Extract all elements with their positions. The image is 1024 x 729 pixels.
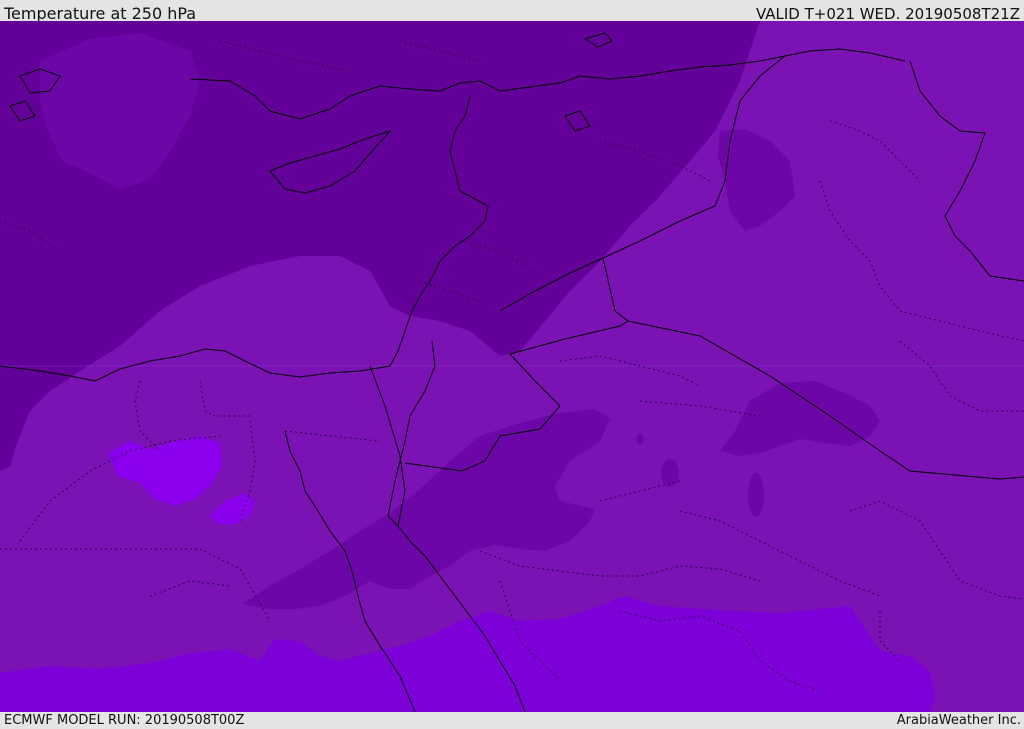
header-bar: Temperature at 250 hPa VALID T+021 WED. …: [0, 0, 1024, 23]
cold-speck-3: [636, 434, 644, 444]
credit-label: ArabiaWeather Inc.: [896, 713, 1021, 728]
model-run-label: ECMWF MODEL RUN: 20190508T00Z: [4, 713, 245, 728]
map-canvas: [0, 21, 1024, 712]
footer-bar: ECMWF MODEL RUN: 20190508T00Z ArabiaWeat…: [0, 712, 1024, 729]
cold-speck-2: [748, 473, 764, 517]
cold-speck-1: [661, 459, 679, 487]
weather-map[interactable]: [0, 21, 1024, 712]
